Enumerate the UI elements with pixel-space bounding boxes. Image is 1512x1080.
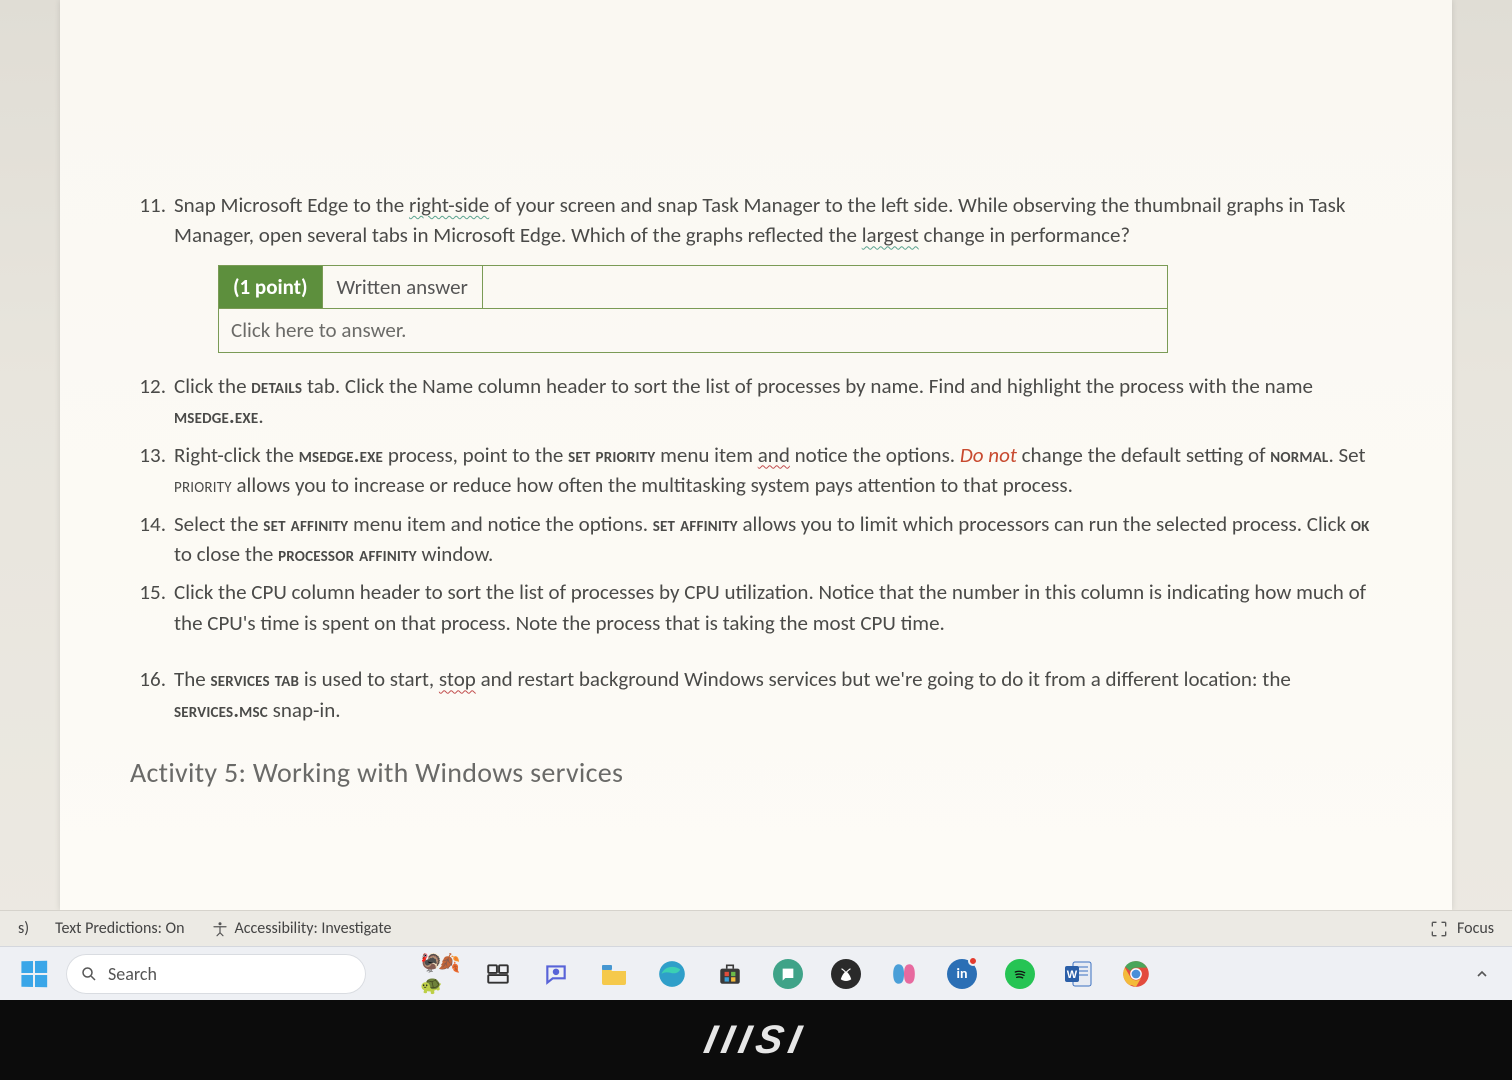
taskbar-ms-store[interactable] bbox=[710, 954, 750, 994]
monitor-brand-logo: IIISI bbox=[701, 1018, 812, 1063]
taskbar-chat[interactable] bbox=[536, 954, 576, 994]
status-left-fragment: s) bbox=[18, 919, 29, 938]
taskbar-xbox[interactable] bbox=[826, 954, 866, 994]
answer-input[interactable]: Click here to answer. bbox=[219, 308, 1167, 351]
answer-box: (1 point) Written answer Click here to a… bbox=[218, 265, 1168, 353]
taskbar-file-explorer[interactable] bbox=[594, 954, 634, 994]
taskbar-app-green[interactable] bbox=[768, 954, 808, 994]
question-16: 16. The services tab is used to start, s… bbox=[130, 664, 1382, 725]
activity-heading: Activity 5: Working with Windows service… bbox=[130, 753, 1382, 794]
q12-text: Click the details tab. Click the Name co… bbox=[174, 373, 1313, 429]
question-number: 16. bbox=[130, 664, 166, 694]
taskbar-copilot[interactable] bbox=[884, 954, 924, 994]
question-number: 14. bbox=[130, 509, 166, 539]
taskbar-task-view[interactable] bbox=[478, 954, 518, 994]
question-number: 15. bbox=[130, 577, 166, 607]
emphasis-do-not: Do not bbox=[960, 442, 1017, 468]
search-icon bbox=[80, 965, 98, 983]
proof-mark: stop bbox=[439, 666, 476, 692]
taskbar-edge[interactable] bbox=[652, 954, 692, 994]
question-number: 12. bbox=[130, 371, 166, 401]
question-number: 13. bbox=[130, 440, 166, 470]
windows-taskbar: Search 🦃🍂🐢 bbox=[0, 946, 1512, 1000]
taskbar-spotify[interactable] bbox=[1000, 954, 1040, 994]
svg-text:W: W bbox=[1067, 969, 1078, 981]
search-placeholder: Search bbox=[108, 963, 157, 985]
taskbar-seasonal-icon[interactable]: 🦃🍂🐢 bbox=[420, 954, 460, 994]
q16-text: The services tab is used to start, stop … bbox=[174, 666, 1291, 722]
answer-type: Written answer bbox=[323, 266, 483, 308]
question-13: 13. Right-click the msedge.exe process, … bbox=[130, 440, 1382, 501]
question-12: 12. Click the details tab. Click the Nam… bbox=[130, 371, 1382, 432]
proof-mark: and bbox=[758, 442, 790, 468]
tray-chevron-up-icon[interactable] bbox=[1474, 966, 1490, 982]
focus-mode-button[interactable]: Focus bbox=[1457, 919, 1494, 938]
q13-text: Right-click the msedge.exe process, poin… bbox=[174, 442, 1366, 498]
taskbar-word[interactable]: W bbox=[1058, 954, 1098, 994]
proof-mark: right-side bbox=[409, 192, 489, 218]
start-button[interactable] bbox=[12, 952, 56, 996]
taskbar-chrome[interactable] bbox=[1116, 954, 1156, 994]
document-body: 11. Snap Microsoft Edge to the right-sid… bbox=[130, 0, 1382, 794]
status-text-predictions[interactable]: Text Predictions: On bbox=[55, 919, 184, 938]
taskbar-search[interactable]: Search bbox=[66, 954, 366, 994]
q15-text: Click the CPU column header to sort the … bbox=[174, 579, 1366, 635]
points-badge: (1 point) bbox=[219, 266, 323, 308]
proof-mark: largest bbox=[862, 222, 919, 248]
question-15: 15. Click the CPU column header to sort … bbox=[130, 577, 1382, 638]
q11-text: Snap Microsoft Edge to the right-side of… bbox=[174, 192, 1345, 248]
question-number: 11. bbox=[130, 190, 166, 220]
status-accessibility[interactable]: Accessibility: Investigate bbox=[211, 919, 392, 938]
accessibility-icon bbox=[211, 920, 229, 938]
notification-badge-icon bbox=[968, 956, 978, 966]
question-14: 14. Select the set affinity menu item an… bbox=[130, 509, 1382, 570]
word-status-bar: s) Text Predictions: On Accessibility: I… bbox=[0, 910, 1512, 946]
document-page: 11. Snap Microsoft Edge to the right-sid… bbox=[60, 0, 1452, 910]
monitor-bezel: IIISI bbox=[0, 1000, 1512, 1080]
windows-logo-icon bbox=[21, 960, 47, 987]
q14-text: Select the set affinity menu item and no… bbox=[174, 511, 1370, 567]
taskbar-linkedin[interactable]: in bbox=[942, 954, 982, 994]
question-11: 11. Snap Microsoft Edge to the right-sid… bbox=[130, 190, 1382, 353]
focus-mode-icon[interactable] bbox=[1429, 919, 1449, 939]
